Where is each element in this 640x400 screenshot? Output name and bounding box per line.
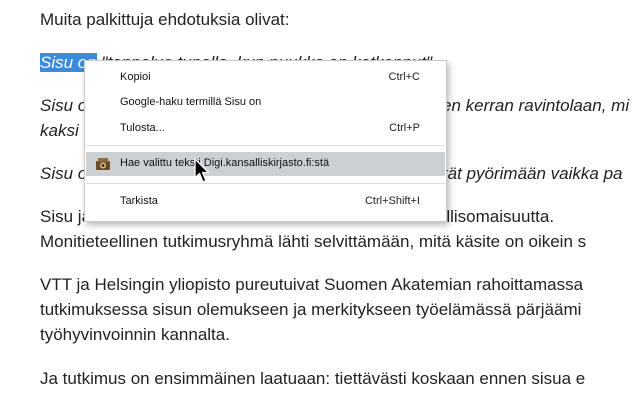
menu-item-print-shortcut: Ctrl+P	[389, 122, 420, 134]
menu-item-print-label: Tulosta...	[120, 122, 165, 134]
menu-item-print[interactable]: Tulosta... Ctrl+P	[86, 117, 445, 141]
menu-item-copy-shortcut: Ctrl+C	[388, 71, 420, 83]
paragraph-vtt-line-3-text: työhyvinvoinnin kannalta.	[40, 325, 230, 344]
paragraph-sisu-line-2: Monitieteellinen tutkimusryhmä lähti sel…	[40, 229, 586, 254]
mouse-pointer-icon	[194, 158, 210, 183]
menu-item-inspect[interactable]: Tarkista Ctrl+Shift+I	[86, 190, 445, 214]
quote-2-end-text: en kerran ravintolaan, mi	[442, 96, 630, 115]
paragraph-sisu-line-2-text: Monitieteellinen tutkimusryhmä lähti sel…	[40, 232, 587, 251]
digi-kansalliskirjasto-icon	[95, 156, 111, 172]
menu-item-inspect-shortcut: Ctrl+Shift+I	[364, 195, 420, 207]
paragraph-vtt-line-1-text: VTT ja Helsingin yliopisto pureutuivat S…	[40, 275, 584, 294]
paragraph-intro-text: Muita palkittuja ehdotuksia olivat:	[40, 10, 290, 29]
menu-item-google-search-label: Google-haku termillä Sisu on	[120, 96, 262, 108]
quote-3-start: Sisu o	[40, 161, 87, 186]
menu-separator-2	[86, 183, 445, 184]
context-menu: Kopioi Ctrl+C Google-haku termillä Sisu …	[84, 60, 447, 222]
menu-item-search-digi-label: Hae valittu teksti Digi.kansalliskirjast…	[120, 157, 330, 169]
paragraph-vtt-line-2: tutkimuksessa sisun olemukseen ja merkit…	[40, 297, 581, 322]
menu-item-copy-label: Kopioi	[120, 71, 151, 83]
menu-item-copy[interactable]: Kopioi Ctrl+C	[86, 66, 445, 90]
paragraph-intro: Muita palkittuja ehdotuksia olivat:	[40, 7, 289, 32]
menu-item-search-digi[interactable]: Hae valittu teksti Digi.kansalliskirjast…	[86, 152, 445, 176]
paragraph-research: Ja tutkimus on ensimmäinen laatuaan: tie…	[40, 366, 585, 391]
paragraph-vtt-line-1: VTT ja Helsingin yliopisto pureutuivat S…	[40, 272, 583, 297]
menu-item-inspect-label: Tarkista	[120, 195, 158, 207]
quote-2-start-text: Sisu o	[40, 96, 88, 115]
quote-3-end-text: rät pyörimään vaikka pa	[442, 164, 623, 183]
quote-2-line-2-text: kaksi	[40, 121, 79, 140]
quote-2-line-1-start: Sisu o	[40, 93, 87, 118]
paragraph-research-text: Ja tutkimus on ensimmäinen laatuaan: tie…	[40, 369, 586, 388]
menu-item-google-search[interactable]: Google-haku termillä Sisu on	[86, 91, 445, 115]
quote-2-line-1-end: en kerran ravintolaan, mi	[442, 93, 629, 118]
quote-2-line-2: kaksi	[40, 118, 79, 143]
paragraph-vtt-line-2-text: tutkimuksessa sisun olemukseen ja merkit…	[40, 300, 582, 319]
quote-3-end: rät pyörimään vaikka pa	[442, 161, 622, 186]
paragraph-vtt-line-3: työhyvinvoinnin kannalta.	[40, 322, 230, 347]
menu-separator	[86, 145, 445, 146]
quote-3-start-text: Sisu o	[40, 164, 88, 183]
